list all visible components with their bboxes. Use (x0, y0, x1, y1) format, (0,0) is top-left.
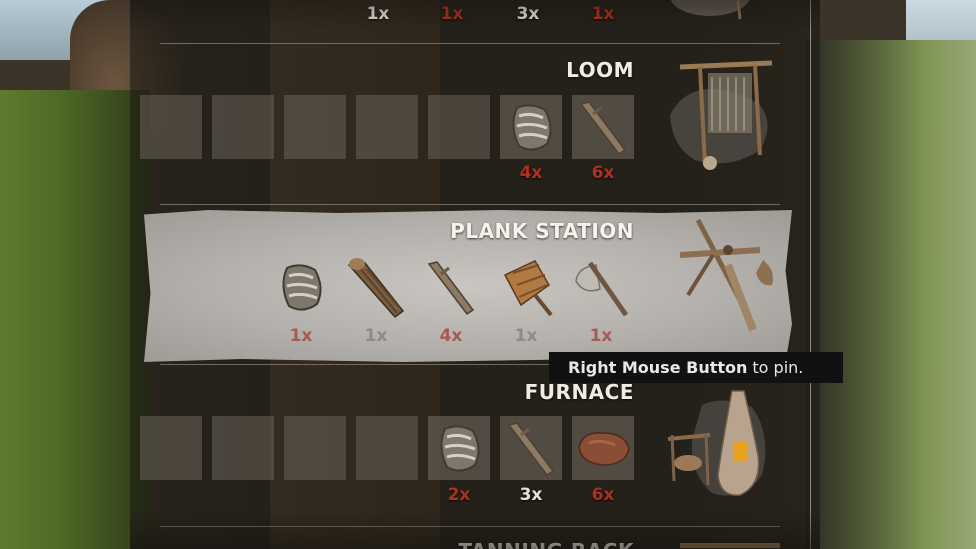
recipe-title: FURNACE (524, 380, 634, 404)
empty-slot (212, 416, 274, 480)
ingredient-quantity: 2x (447, 485, 471, 505)
empty-slot (356, 416, 418, 480)
recipe-previous[interactable]: 1x 1x 3x 1x (140, 0, 810, 45)
station-preview-icon (660, 0, 760, 22)
ingredient-slot[interactable] (420, 255, 482, 319)
empty-slot (428, 95, 490, 159)
fiber-bundle-icon (440, 425, 480, 472)
ingredient-slot[interactable] (570, 255, 632, 319)
empty-slot (356, 95, 418, 159)
recipe-furnace[interactable]: FURNACE 2x 3x 6x (140, 365, 810, 527)
ingredient-slot[interactable] (428, 416, 490, 480)
scrollbar-track[interactable] (810, 0, 811, 549)
recipe-loom[interactable]: LOOM 4x 6x (140, 45, 810, 205)
plank-station-icon (668, 217, 788, 337)
branch-stick-icon (427, 261, 475, 316)
grass (0, 90, 150, 549)
ingredient-slot[interactable] (345, 255, 407, 319)
tooltip-key-label: Right Mouse Button (568, 358, 748, 377)
empty-slot (284, 95, 346, 159)
ingredient-quantity: 4x (439, 326, 463, 346)
ingredient-quantity: 1x (364, 326, 388, 346)
recipe-title: PLANK STATION (450, 219, 634, 243)
empty-slot (212, 95, 274, 159)
recipe-plank-station[interactable]: PLANK STATION 1x 1x 4x 1x 1x (140, 205, 810, 365)
ingredient-quantity: 3x (519, 485, 543, 505)
ingredient-slot[interactable] (500, 95, 562, 159)
ingredient-slot[interactable] (270, 255, 332, 319)
foliage-right (806, 40, 976, 549)
empty-slot (140, 95, 202, 159)
ingredient-quantity: 1x (591, 4, 615, 24)
ingredient-quantity: 1x (440, 4, 464, 24)
tanning-rack-icon (680, 543, 780, 548)
divider (160, 43, 780, 44)
furnace-icon (662, 387, 782, 507)
empty-slot (140, 416, 202, 480)
ingredient-slot[interactable] (495, 255, 557, 319)
clay-lump-icon (578, 432, 630, 466)
ingredient-quantity: 1x (366, 4, 390, 24)
pin-tooltip: Right Mouse Button to pin. (549, 352, 843, 383)
tooltip-text: to pin. (752, 358, 804, 377)
ingredient-slot[interactable] (572, 416, 634, 480)
recipe-title: LOOM (566, 58, 634, 82)
fiber-bundle-icon (282, 264, 322, 311)
ingredient-quantity: 1x (589, 326, 613, 346)
crafting-recipe-list: 1x 1x 3x 1x LOOM 4x 6x PLANK STATION 1x … (140, 0, 810, 549)
ingredient-slot[interactable] (500, 416, 562, 480)
loom-icon (660, 55, 780, 175)
log-icon (347, 258, 405, 319)
empty-slot (284, 416, 346, 480)
ingredient-quantity: 3x (516, 4, 540, 24)
ingredient-quantity: 1x (289, 326, 313, 346)
recipe-title: TANNING RACK (458, 539, 634, 549)
ingredient-quantity: 1x (514, 326, 538, 346)
fiber-bundle-icon (512, 104, 552, 151)
stone-axe-icon (575, 261, 629, 317)
wooden-plank-bundle-icon (503, 260, 553, 317)
branch-stick-icon (579, 101, 627, 156)
ingredient-slot[interactable] (572, 95, 634, 159)
branch-stick-icon (507, 422, 555, 477)
ingredient-quantity: 6x (591, 485, 615, 505)
ingredient-quantity: 4x (519, 163, 543, 183)
recipe-tanning-rack[interactable]: TANNING RACK (140, 527, 810, 549)
ingredient-quantity: 6x (591, 163, 615, 183)
